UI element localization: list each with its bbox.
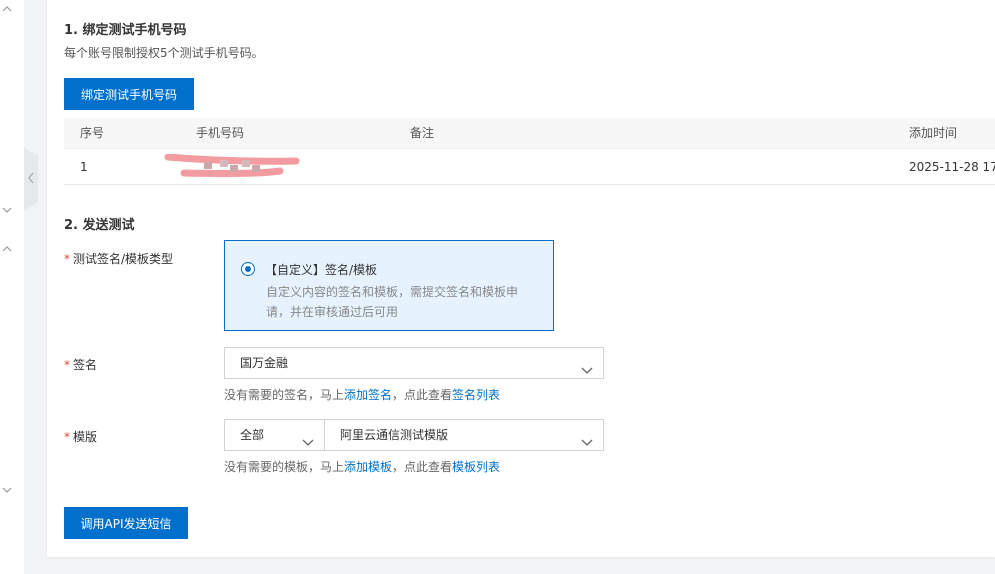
required-mark: *: [64, 430, 70, 444]
col-header-index: 序号: [80, 126, 105, 140]
chevron-up-icon[interactable]: [2, 244, 12, 254]
chevron-down-icon: [581, 357, 593, 374]
table-header: 序号 手机号码 备注 添加时间: [64, 118, 995, 149]
radio-option-title: 【自定义】签名/模板: [265, 263, 378, 277]
template-hint: 没有需要的模板，马上添加模板，点此查看模板列表: [224, 460, 501, 474]
col-header-added-time: 添加时间: [909, 126, 958, 140]
add-sign-link[interactable]: 添加签名: [344, 388, 392, 402]
test-send-panel: 1. 绑定测试手机号码 每个账号限制授权5个测试手机号码。 绑定测试手机号码 序…: [47, 0, 995, 557]
send-sms-api-button[interactable]: 调用API发送短信: [64, 507, 188, 539]
sign-label: * 签名: [64, 358, 98, 372]
chevron-down-icon[interactable]: [2, 205, 12, 215]
template-select[interactable]: 阿里云通信测试模版: [324, 419, 604, 451]
sign-select-value: 国万金融: [240, 356, 289, 370]
col-header-phone: 手机号码: [196, 126, 245, 140]
left-nav-rail: [0, 0, 24, 574]
sign-select[interactable]: 国万金融: [224, 347, 604, 379]
sign-list-link[interactable]: 签名列表: [452, 388, 500, 402]
type-label: * 测试签名/模板类型: [64, 252, 174, 266]
section-bind-title: 1. 绑定测试手机号码: [64, 23, 187, 38]
sign-hint: 没有需要的签名，马上添加签名，点此查看签名列表: [224, 388, 501, 402]
template-filter-select[interactable]: 全部: [224, 419, 325, 451]
chevron-up-icon[interactable]: [2, 4, 12, 14]
template-filter-value: 全部: [240, 428, 265, 442]
col-header-note: 备注: [410, 126, 435, 140]
bind-limit-hint: 每个账号限制授权5个测试手机号码。: [64, 46, 264, 60]
table-row: 1 2025-11-28 17:3: [64, 149, 995, 185]
test-phone-table: 序号 手机号码 备注 添加时间 1 2025-11-28 17:3: [64, 118, 995, 185]
radio-option-desc: 自定义内容的签名和模板，需提交签名和模板申请，并在审核通过后可用: [266, 285, 519, 319]
chevron-down-icon: [581, 429, 593, 446]
chevron-left-icon: [27, 172, 35, 187]
custom-sign-template-option[interactable]: 【自定义】签名/模板 自定义内容的签名和模板，需提交签名和模板申请，并在审核通过…: [224, 240, 554, 331]
template-select-value: 阿里云通信测试模版: [340, 428, 449, 442]
add-template-link[interactable]: 添加模板: [344, 460, 392, 474]
required-mark: *: [64, 252, 70, 266]
bind-test-phone-button[interactable]: 绑定测试手机号码: [64, 78, 194, 110]
row-index: 1: [80, 160, 88, 174]
chevron-down-icon: [302, 429, 314, 446]
section-send-title: 2. 发送测试: [64, 218, 135, 233]
required-mark: *: [64, 358, 70, 372]
sidebar-collapse-toggle[interactable]: [24, 148, 38, 210]
redacted-phone-number: [164, 153, 304, 180]
template-label: * 模版: [64, 430, 98, 444]
template-list-link[interactable]: 模板列表: [452, 460, 500, 474]
chevron-down-icon[interactable]: [2, 485, 12, 495]
row-added-time: 2025-11-28 17:3: [909, 160, 995, 174]
radio-checked-icon[interactable]: [241, 262, 255, 276]
